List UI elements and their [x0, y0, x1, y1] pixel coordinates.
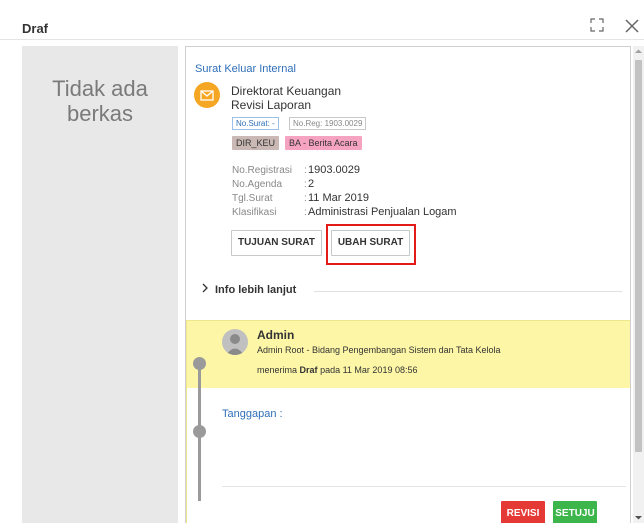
meta-value-agenda: 2 [308, 178, 315, 190]
attachment-panel: Tidak ada berkas [22, 46, 178, 523]
expand-icon[interactable] [590, 18, 604, 32]
approval-timeline: Admin Admin Root - Bidang Pengembangan S… [186, 320, 630, 523]
timeline-dot [193, 425, 206, 438]
vertical-scrollbar[interactable] [633, 46, 644, 523]
letter-subject: Revisi Laporan [231, 98, 312, 112]
info-more-label: Info lebih lanjut [215, 284, 297, 296]
letter-sender: Direktorat Keuangan [231, 84, 342, 98]
meta-label-agenda: No.Agenda [232, 179, 283, 190]
scrollbar-thumb[interactable] [635, 60, 642, 452]
no-attachment-text: Tidak ada berkas [22, 76, 178, 126]
meta-colon: : [304, 207, 307, 218]
draft-modal: Draf Tidak ada berkas Surat Keluar Inter… [0, 0, 644, 523]
meta-colon: : [304, 193, 307, 204]
envelope-icon [194, 82, 220, 108]
scroll-down-icon[interactable] [633, 512, 644, 523]
meta-label-klasifikasi: Klasifikasi [232, 207, 277, 218]
meta-colon: : [304, 179, 307, 190]
info-more-toggle[interactable]: Info lebih lanjut [201, 283, 296, 296]
chevron-right-icon [202, 283, 208, 293]
meta-colon: : [304, 165, 307, 176]
timeline-dot [193, 357, 206, 370]
doc-type-badge: BA - Berita Acara [285, 136, 362, 150]
no-surat-tag: No.Surat: - [232, 117, 279, 130]
actor-name: Admin [257, 328, 295, 342]
meta-value-registrasi: 1903.0029 [308, 164, 360, 176]
letter-type-link[interactable]: Surat Keluar Internal [195, 63, 296, 75]
no-attachment-line2: berkas [66, 101, 134, 126]
no-attachment-line1: Tidak ada [52, 76, 148, 101]
receive-prefix: menerima [257, 365, 298, 375]
meta-value-tanggal: 11 Mar 2019 [308, 192, 369, 204]
no-reg-tag: No.Reg: 1903.0029 [289, 117, 367, 130]
modal-title: Draf [22, 21, 49, 36]
user-avatar-icon [222, 329, 248, 355]
highlight-frame [326, 224, 416, 265]
setuju-button[interactable]: SETUJU [553, 501, 597, 523]
letter-detail-panel: Surat Keluar Internal Direktorat Keuanga… [185, 46, 631, 523]
response-divider [222, 486, 626, 487]
info-divider [314, 291, 622, 292]
meta-value-klasifikasi: Administrasi Penjualan Logam [308, 206, 457, 218]
tanggapan-label[interactable]: Tanggapan : [222, 408, 283, 420]
revisi-button[interactable]: REVISI [501, 501, 545, 523]
receive-suffix: pada 11 Mar 2019 08:56 [320, 365, 418, 375]
tujuan-surat-button[interactable]: TUJUAN SURAT [231, 230, 322, 256]
actor-description: Admin Root - Bidang Pengembangan Sistem … [257, 345, 501, 355]
close-icon[interactable] [624, 18, 640, 34]
modal-header: Draf [0, 0, 644, 40]
unit-badge: DIR_KEU [232, 136, 280, 150]
meta-label-tanggal: Tgl.Surat [232, 193, 273, 204]
receive-status: Draf [299, 365, 318, 375]
scroll-up-icon[interactable] [633, 46, 644, 57]
receive-status-text: menerima Draf pada 11 Mar 2019 08:56 [257, 365, 417, 375]
meta-label-registrasi: No.Registrasi [232, 165, 293, 176]
